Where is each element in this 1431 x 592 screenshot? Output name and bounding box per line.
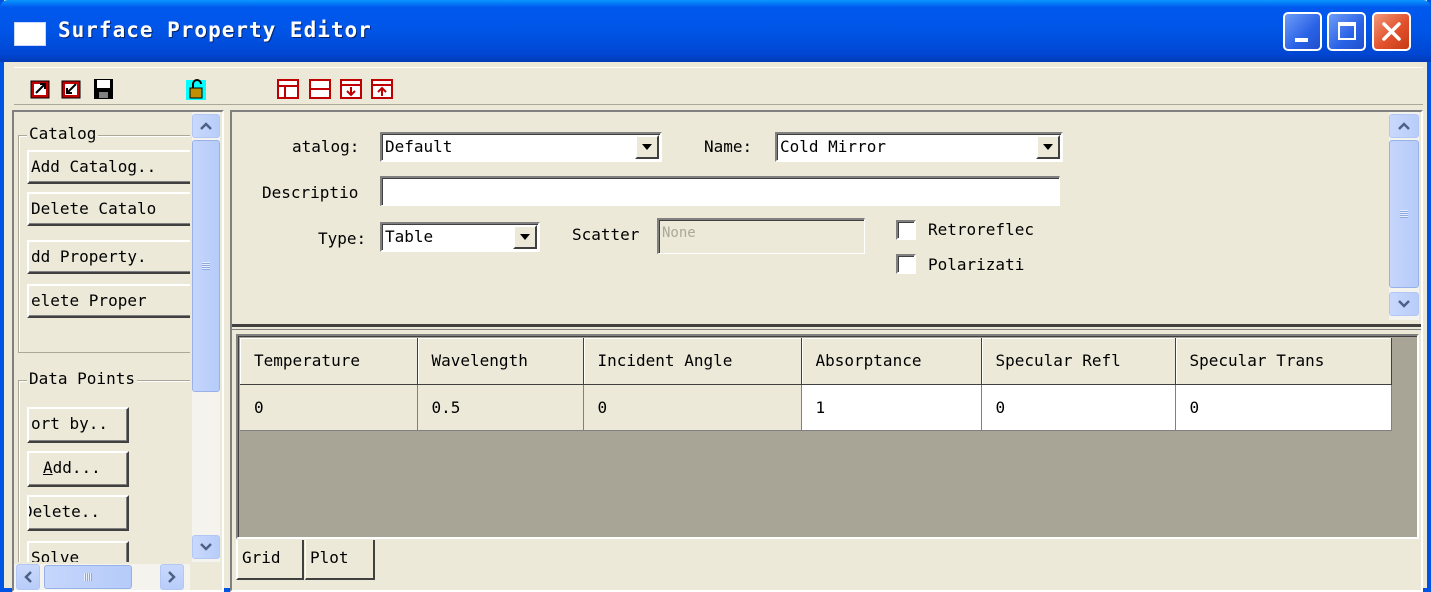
catalog-label: atalog: [292,137,360,156]
grid-cell-wavelength[interactable]: 0.5 [417,384,584,431]
delete-catalog-button[interactable]: Delete Catalo [27,192,190,226]
name-label: Name: [704,137,753,156]
delete-property-button[interactable]: elete Proper [27,284,190,318]
title-bar[interactable]: Surface Property Editor [0,0,1431,62]
move-up-icon[interactable] [370,78,394,100]
export-icon[interactable] [61,78,85,100]
grid-header-row: Temperature Wavelength Incident Angle Ab… [240,338,1392,385]
scroll-left-arrow[interactable] [16,564,40,590]
chevron-up-icon [200,122,212,130]
table-row: 0 0.5 0 1 0 0 [240,384,1392,431]
scatter-label: Scatter [572,225,640,244]
property-form: atalog: Default Name: Cold Mirror Descri… [232,112,1387,322]
chevron-up-icon [1398,122,1410,130]
import-icon[interactable] [30,78,54,100]
column-header-specular-refl[interactable]: Specular Refl [981,338,1176,385]
minimize-button[interactable] [1283,12,1322,51]
type-select[interactable]: Table [380,222,540,252]
catalog-select-value: Default [385,137,453,156]
data-points-group: Data Points ort by.. Add... Delete.. Sol… [18,369,190,562]
type-select-value: Table [385,227,434,246]
move-down-icon[interactable] [339,78,363,100]
chevron-right-icon [168,571,176,583]
add-point-button[interactable]: Add... [27,451,129,487]
grid-cell-specular-trans[interactable]: 0 [1175,384,1392,431]
scroll-down-arrow[interactable] [192,535,220,559]
polarization-label: Polarizati [928,255,1025,274]
retroreflect-label: Retroreflec [928,220,1034,239]
data-grid-table: Temperature Wavelength Incident Angle Ab… [240,338,1392,431]
insert-row-icon[interactable] [276,78,300,100]
sort-by-button[interactable]: ort by.. [27,407,129,443]
column-header-incident-angle[interactable]: Incident Angle [583,338,802,385]
description-input[interactable] [380,176,1060,206]
right-panel: atalog: Default Name: Cold Mirror Descri… [230,110,1423,592]
add-catalog-button[interactable]: Add Catalog.. [27,150,190,184]
column-header-temperature[interactable]: Temperature [240,338,418,385]
scroll-right-arrow[interactable] [160,564,184,590]
maximize-button[interactable] [1327,12,1366,51]
unlock-icon[interactable] [184,78,208,100]
scroll-thumb[interactable] [1389,140,1419,288]
tab-plot[interactable]: Plot [305,540,375,580]
dropdown-arrow-icon [1043,144,1053,150]
delete-row-icon[interactable] [308,78,332,100]
maximize-icon [1338,22,1356,40]
data-grid: Temperature Wavelength Incident Angle Ab… [236,334,1419,539]
pane-splitter[interactable] [232,324,1421,330]
right-vertical-scrollbar[interactable] [1389,112,1419,320]
grid-cell-temperature[interactable]: 0 [240,384,418,431]
type-label: Type: [318,229,367,248]
name-select-value: Cold Mirror [780,137,886,156]
grid-cell-absorptance[interactable]: 1 [801,384,982,431]
dropdown-arrow-icon [520,234,530,240]
grid-cell-incident-angle[interactable]: 0 [583,384,802,431]
column-header-wavelength[interactable]: Wavelength [417,338,584,385]
window-title: Surface Property Editor [58,18,372,42]
grid-cell-specular-refl[interactable]: 0 [981,384,1176,431]
tab-grid[interactable]: Grid [236,540,304,580]
scatter-field: None [657,218,865,254]
add-point-mnemonic: A [43,458,53,477]
retroreflect-checkbox[interactable] [896,220,916,240]
type-dropdown-button[interactable] [513,225,537,249]
left-vertical-scrollbar[interactable] [192,112,220,562]
toolbar [14,67,1423,105]
close-icon [1382,22,1401,41]
catalog-group-title: Catalog [27,124,99,143]
delete-point-button[interactable]: Delete.. [27,495,129,531]
catalog-group: Catalog Add Catalog.. Delete Catalo dd P… [18,124,190,353]
catalog-select[interactable]: Default [380,132,662,162]
scroll-down-arrow[interactable] [1389,292,1419,316]
chevron-down-icon [200,543,212,551]
data-points-group-title: Data Points [27,369,137,388]
column-header-absorptance[interactable]: Absorptance [801,338,982,385]
close-button[interactable] [1372,12,1411,51]
solve-button[interactable]: Solve [27,541,129,562]
view-tabs: Grid Plot [236,540,1416,582]
window-icon [14,22,46,46]
horizontal-scroll-thumb[interactable] [44,565,132,589]
dropdown-arrow-icon [642,144,652,150]
surface-property-editor-window: Surface Property Editor Catalog Add Cata… [0,0,1431,592]
add-point-label: dd... [52,458,101,477]
chevron-down-icon [1398,300,1410,308]
scroll-thumb[interactable] [192,140,220,392]
name-dropdown-button[interactable] [1036,135,1060,159]
description-label: Descriptio [262,183,359,202]
chevron-left-icon [24,571,32,583]
polarization-checkbox[interactable] [896,254,916,274]
left-panel: Catalog Add Catalog.. Delete Catalo dd P… [12,110,224,592]
left-horizontal-scrollbar[interactable] [14,564,190,590]
add-property-button[interactable]: dd Property. [27,240,190,274]
save-icon[interactable] [92,78,116,100]
name-select[interactable]: Cold Mirror [775,132,1063,162]
scroll-up-arrow[interactable] [192,114,220,138]
scroll-up-arrow[interactable] [1389,114,1419,138]
column-header-specular-trans[interactable]: Specular Trans [1175,338,1392,385]
catalog-dropdown-button[interactable] [635,135,659,159]
minimize-icon [1295,38,1308,42]
